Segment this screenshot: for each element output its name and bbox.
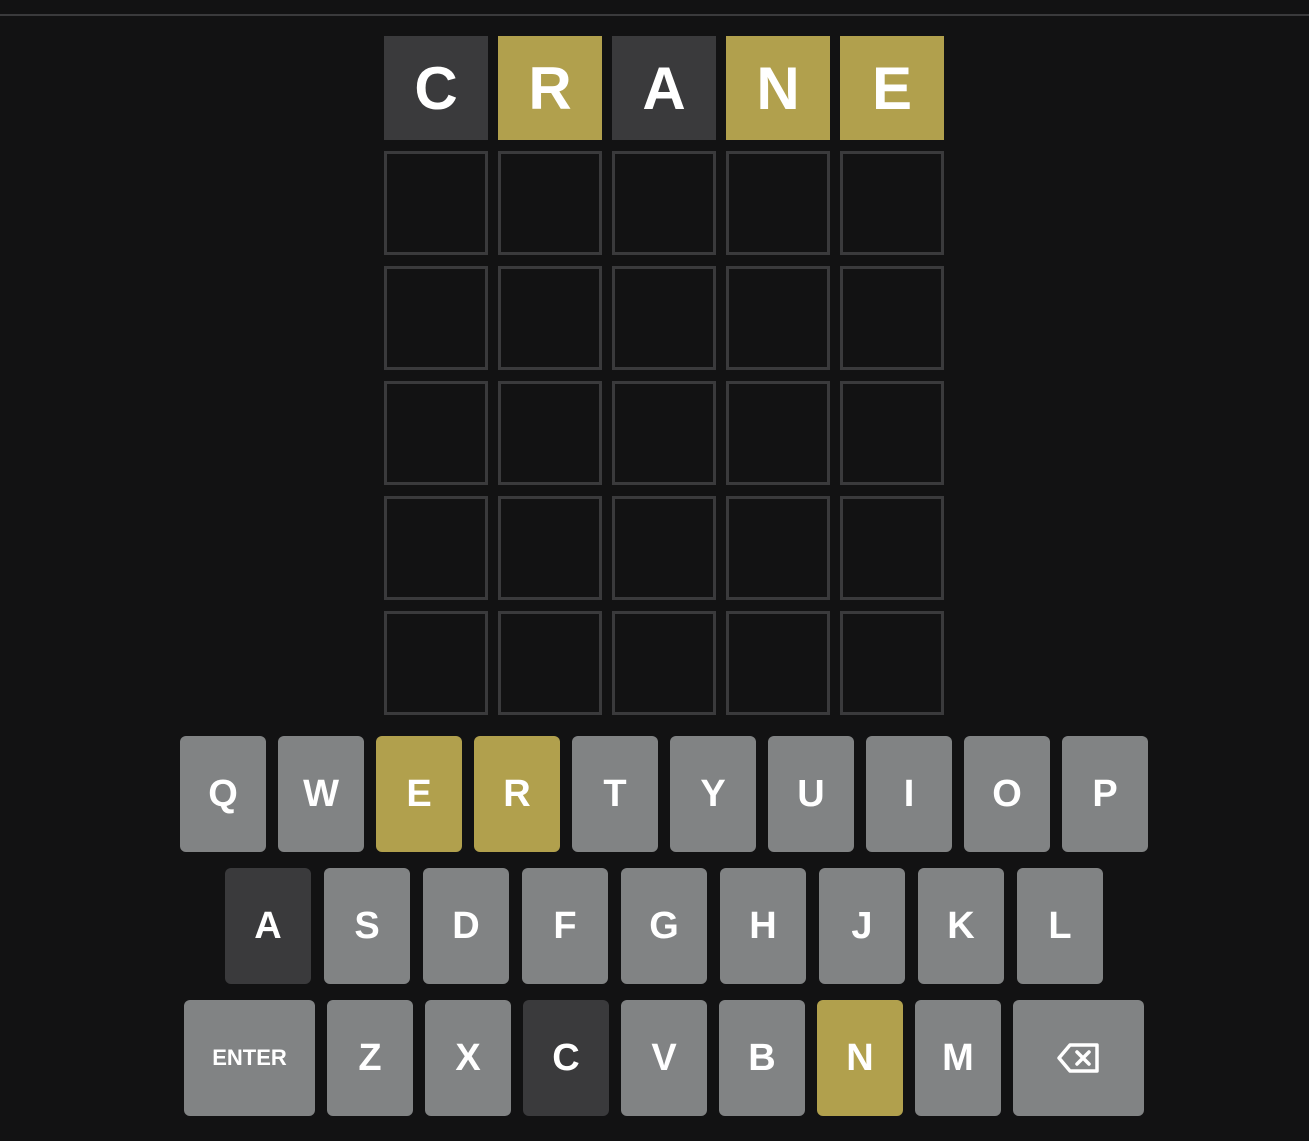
tile-r1-c3: A <box>612 36 716 140</box>
key-h[interactable]: H <box>720 868 806 984</box>
tile-r4-c1 <box>384 381 488 485</box>
board-row-2 <box>384 151 944 255</box>
tile-r6-c4 <box>726 611 830 715</box>
tile-r2-c2 <box>498 151 602 255</box>
tile-r3-c4 <box>726 266 830 370</box>
board-row-6 <box>384 611 944 715</box>
tile-r3-c1 <box>384 266 488 370</box>
keyboard-row-3: ENTER Z X C V B N M <box>180 1000 1148 1116</box>
board-row-1: CRANE <box>384 36 944 140</box>
key-e[interactable]: E <box>376 736 462 852</box>
key-k[interactable]: K <box>918 868 1004 984</box>
key-w[interactable]: W <box>278 736 364 852</box>
tile-r2-c4 <box>726 151 830 255</box>
tile-r6-c3 <box>612 611 716 715</box>
tile-r6-c5 <box>840 611 944 715</box>
tile-r4-c3 <box>612 381 716 485</box>
key-p[interactable]: P <box>1062 736 1148 852</box>
tile-r5-c5 <box>840 496 944 600</box>
key-o[interactable]: O <box>964 736 1050 852</box>
board-row-4 <box>384 381 944 485</box>
key-l[interactable]: L <box>1017 868 1103 984</box>
tile-r2-c1 <box>384 151 488 255</box>
tile-r1-c5: E <box>840 36 944 140</box>
tile-r5-c4 <box>726 496 830 600</box>
key-n[interactable]: N <box>817 1000 903 1116</box>
key-v[interactable]: V <box>621 1000 707 1116</box>
key-u[interactable]: U <box>768 736 854 852</box>
keyboard-row-2: ASDFGHJKL <box>180 868 1148 984</box>
game-board: CRANE <box>384 36 944 726</box>
wordle-game: CRANE Q W E R T Y U I O P A S D F G H J K L ENTER Z X C V B N M <box>0 0 1309 1141</box>
tile-r5-c3 <box>612 496 716 600</box>
tile-r4-c4 <box>726 381 830 485</box>
key-s[interactable]: S <box>324 868 410 984</box>
header-divider <box>0 14 1309 16</box>
backspace-key[interactable] <box>1013 1000 1144 1116</box>
enter-key[interactable]: ENTER <box>184 1000 315 1116</box>
tile-r6-c2 <box>498 611 602 715</box>
board-row-5 <box>384 496 944 600</box>
tile-r1-c2: R <box>498 36 602 140</box>
tile-r3-c3 <box>612 266 716 370</box>
key-b[interactable]: B <box>719 1000 805 1116</box>
backspace-icon <box>1056 1042 1101 1074</box>
key-i[interactable]: I <box>866 736 952 852</box>
board-row-3 <box>384 266 944 370</box>
tile-r6-c1 <box>384 611 488 715</box>
keyboard-row-1: QWERTYUIOP <box>180 736 1148 852</box>
on-screen-keyboard: Q W E R T Y U I O P A S D F G H J K L ENTER Z X C V B N M <box>180 736 1148 1132</box>
key-a[interactable]: A <box>225 868 311 984</box>
key-t[interactable]: T <box>572 736 658 852</box>
tile-r1-c4: N <box>726 36 830 140</box>
tile-r2-c3 <box>612 151 716 255</box>
key-q[interactable]: Q <box>180 736 266 852</box>
key-d[interactable]: D <box>423 868 509 984</box>
key-z[interactable]: Z <box>327 1000 413 1116</box>
tile-r2-c5 <box>840 151 944 255</box>
tile-r5-c2 <box>498 496 602 600</box>
tile-r5-c1 <box>384 496 488 600</box>
tile-r1-c1: C <box>384 36 488 140</box>
tile-r3-c2 <box>498 266 602 370</box>
key-j[interactable]: J <box>819 868 905 984</box>
key-x[interactable]: X <box>425 1000 511 1116</box>
key-f[interactable]: F <box>522 868 608 984</box>
tile-r4-c2 <box>498 381 602 485</box>
key-m[interactable]: M <box>915 1000 1001 1116</box>
tile-r3-c5 <box>840 266 944 370</box>
key-y[interactable]: Y <box>670 736 756 852</box>
key-r[interactable]: R <box>474 736 560 852</box>
key-c[interactable]: C <box>523 1000 609 1116</box>
tile-r4-c5 <box>840 381 944 485</box>
key-g[interactable]: G <box>621 868 707 984</box>
